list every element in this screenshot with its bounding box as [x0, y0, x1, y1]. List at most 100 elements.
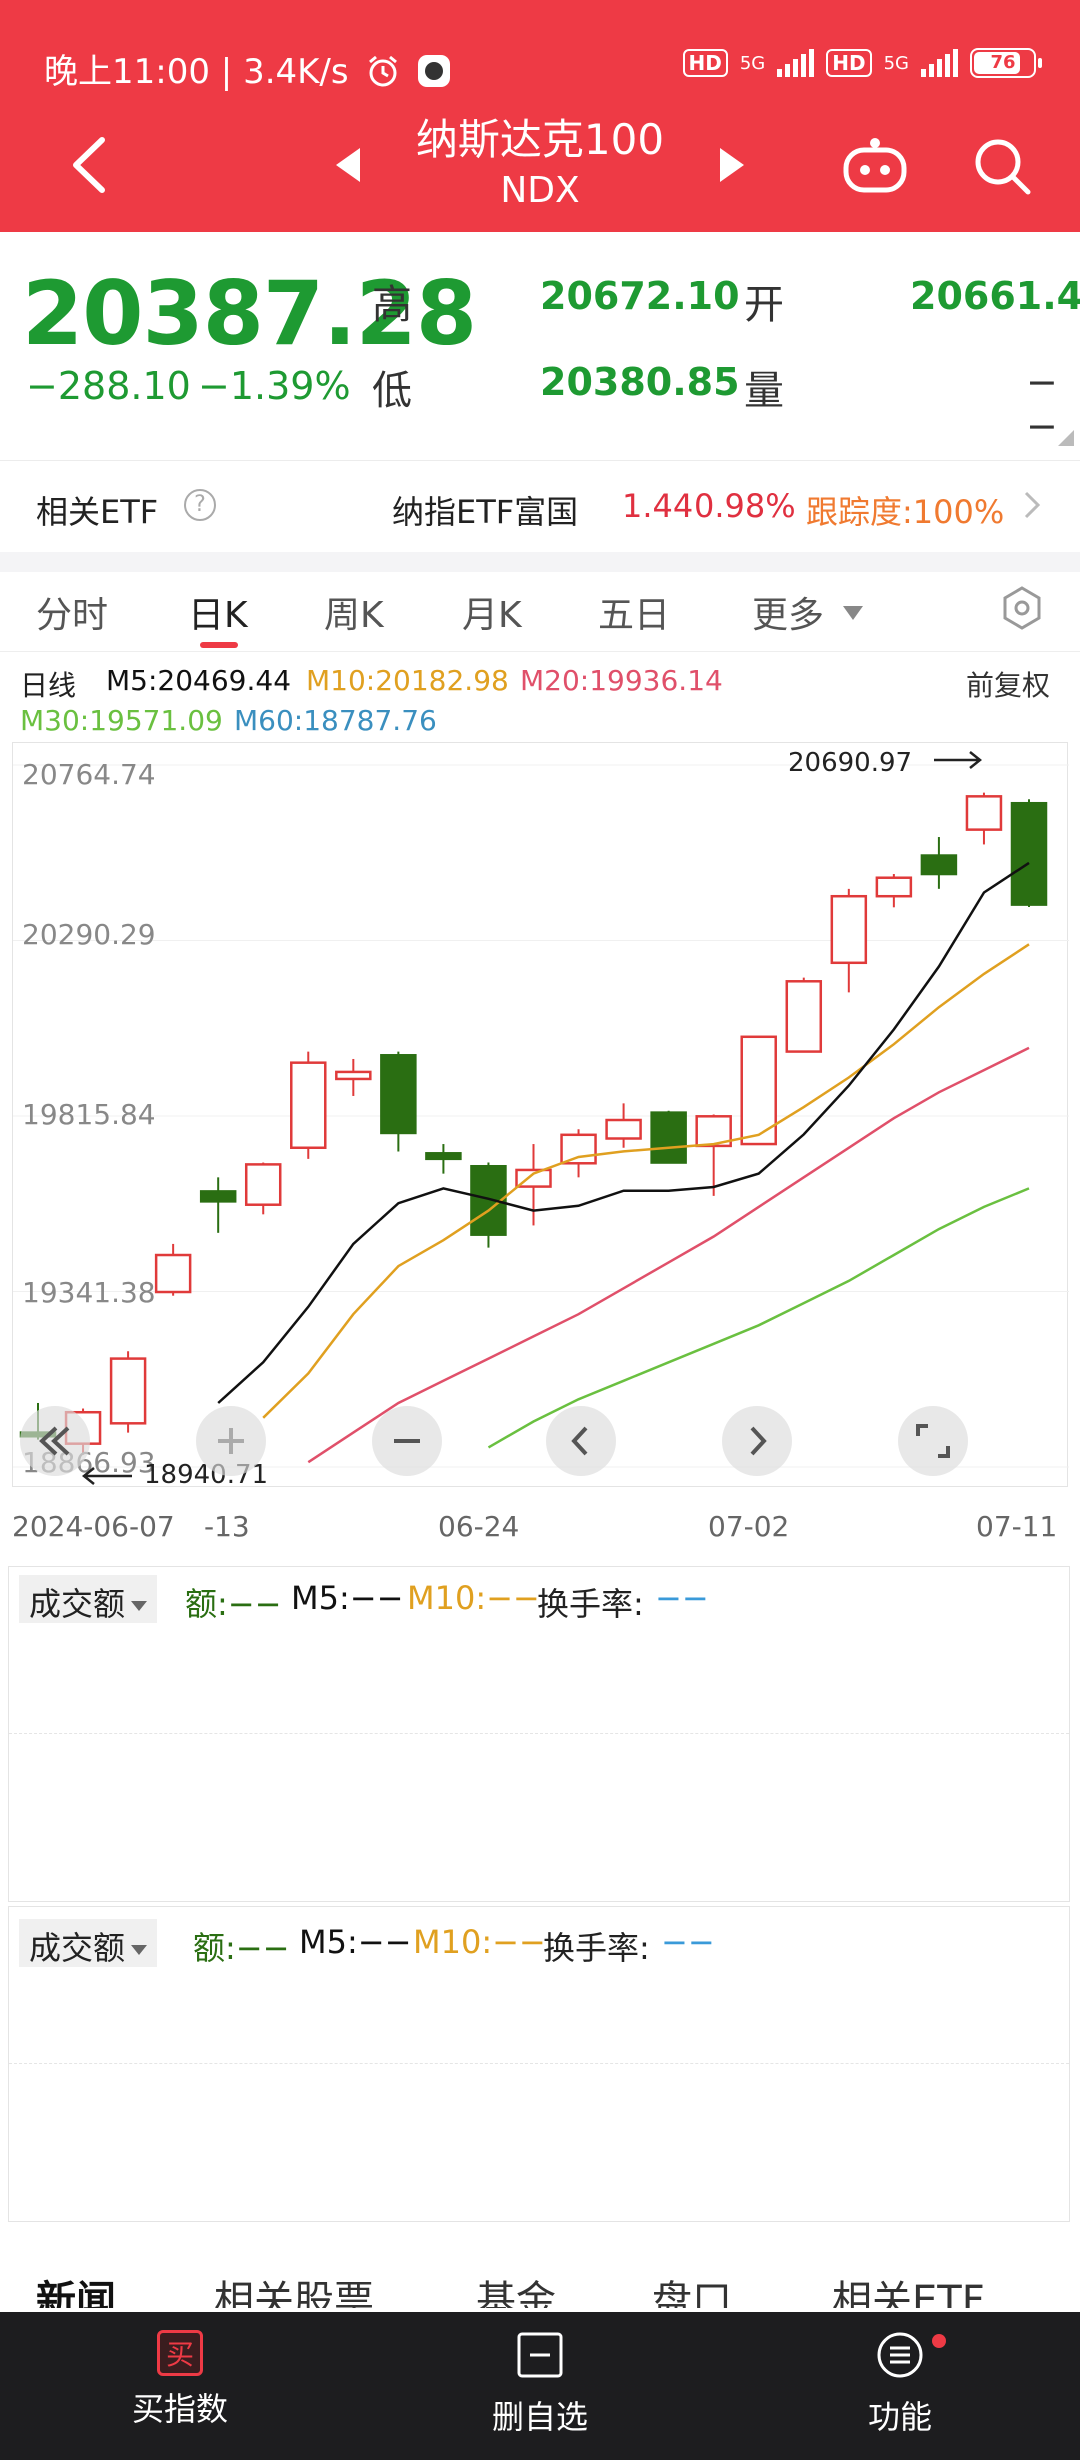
ma10-line [262, 943, 1030, 1419]
ma20-value: M20:19936.14 [520, 664, 723, 697]
vol2-m10: M10:−− [413, 1923, 546, 1961]
status-left: 晚上11:00 | 3.4K/s [44, 44, 452, 93]
related-etf-row[interactable]: 相关ETF ? 纳指ETF富国 1.44 0.98% 跟踪度:100% [0, 460, 1080, 552]
app-root: 晚上11:00 | 3.4K/s HD 5G HD 5G 76 纳斯达克100 … [0, 0, 1080, 2460]
active-tab-indicator [200, 642, 238, 648]
vol1-m10: M10:−− [407, 1579, 540, 1617]
candle-body-12 [560, 1133, 597, 1165]
net-gen-2: 5G [883, 52, 909, 74]
x-tick-3: 07-02 [708, 1510, 790, 1543]
candle-body-7 [335, 1070, 372, 1081]
candle-body-21 [965, 795, 1003, 831]
candle-body-5 [244, 1163, 282, 1206]
menu-icon [877, 2332, 923, 2378]
kline-type-label: 日线 [20, 669, 77, 702]
buy-icon: 买 [157, 2330, 203, 2376]
low-value: 20380.85 [540, 360, 740, 404]
net-gen-1: 5G [739, 52, 766, 74]
double-chevron-left-icon [39, 1426, 70, 1456]
tab-weekly-k[interactable]: 周K [324, 586, 384, 638]
next-index-icon[interactable] [720, 148, 744, 182]
buy-index-label: 买指数 [131, 2390, 228, 2428]
chevron-right-icon [750, 1426, 767, 1456]
page-title: 纳斯达克100 [415, 115, 665, 164]
remove-watchlist-label: 删自选 [491, 2398, 588, 2436]
candle-body-8 [380, 1054, 417, 1135]
etf-pct: 0.98% [694, 487, 796, 525]
vol2-turnover-label: 换手率: [543, 1929, 650, 1967]
app-notification-icon [418, 55, 451, 87]
candle-body-22 [1010, 801, 1048, 906]
tab-monthly-k[interactable]: 月K [462, 586, 522, 638]
scroll-left-button[interactable] [546, 1406, 616, 1476]
tab-related-stocks[interactable]: 相关股票 [214, 2268, 374, 2308]
zoom-in-button[interactable] [196, 1406, 266, 1476]
indicator-selector-2[interactable]: 成交额 [19, 1919, 158, 1967]
header-bar: 晚上11:00 | 3.4K/s HD 5G HD 5G 76 纳斯达克100 … [0, 0, 1080, 232]
hd-badge-2: HD [826, 49, 872, 77]
open-value: 20661.41 [910, 274, 1080, 318]
price-change-pct: −1.39% [198, 364, 351, 408]
tab-intraday[interactable]: 分时 [36, 586, 108, 638]
price-change: −288.10 [26, 364, 191, 408]
scroll-left-fast-button[interactable] [20, 1406, 90, 1476]
x-tick-4: 07-11 [976, 1510, 1058, 1543]
zoom-out-button[interactable] [372, 1406, 442, 1476]
volume-panel-1: 成交额 额:−− M5:−− M10:−− 换手率: −− [8, 1566, 1070, 1902]
tab-daily-k[interactable]: 日K [188, 586, 248, 638]
signal-icon-2 [921, 49, 958, 77]
notification-dot [932, 2334, 946, 2348]
remove-watchlist-button[interactable]: 删自选 [450, 2330, 630, 2438]
back-arrow-icon[interactable] [60, 130, 120, 200]
max-price-label: 20690.97 [788, 748, 913, 778]
chevron-left-icon [571, 1426, 588, 1456]
volume-label: 量 [744, 368, 784, 414]
y-tick-1: 20290.29 [22, 918, 156, 951]
candle-body-9 [425, 1152, 462, 1161]
max-arrow-icon [934, 751, 983, 769]
x-tick-1: -13 [204, 1510, 250, 1543]
tab-order-book[interactable]: 盘口 [652, 2268, 732, 2308]
settings-hex-icon[interactable] [998, 584, 1046, 632]
adjust-mode[interactable]: 前复权 [966, 664, 1050, 704]
help-icon[interactable]: ? [184, 489, 216, 521]
low-label: 低 [372, 368, 412, 414]
vol2-amount: 额:−− [193, 1929, 290, 1967]
vol1-amount: 额:−− [185, 1585, 282, 1623]
battery-icon: 76 [970, 48, 1042, 78]
remove-watchlist-icon [517, 2332, 563, 2378]
related-etf-title: 相关ETF [36, 493, 159, 531]
section-gap [0, 552, 1080, 572]
more-dropdown-icon[interactable] [843, 606, 863, 620]
kline-chart[interactable] [12, 742, 1069, 1487]
candle-body-20 [920, 854, 958, 876]
candle-body-6 [290, 1061, 327, 1150]
tab-news[interactable]: 新闻 [36, 2268, 116, 2308]
chevron-right-icon[interactable] [1016, 489, 1048, 521]
vol1-m5: M5:−− [291, 1579, 404, 1617]
assistant-robot-icon[interactable] [840, 136, 910, 196]
tab-funds[interactable]: 基金 [476, 2268, 556, 2308]
high-label: 高 [372, 282, 412, 328]
ma60-value: M60:18787.76 [234, 704, 437, 737]
tab-five-day[interactable]: 五日 [598, 586, 670, 638]
buy-index-button[interactable]: 买 买指数 [90, 2330, 270, 2430]
y-tick-2: 19815.84 [22, 1098, 156, 1131]
hd-badge-1: HD [682, 49, 728, 77]
etf-tracking: 跟踪度:100% [806, 493, 1005, 531]
indicator-selector-1[interactable]: 成交额 [19, 1575, 158, 1623]
expand-corner-icon[interactable] [1058, 430, 1074, 446]
status-time: 晚上11:00 [44, 52, 210, 92]
tab-more[interactable]: 更多 [752, 586, 824, 638]
fullscreen-button[interactable] [898, 1406, 968, 1476]
vol1-turnover-value: −− [655, 1579, 709, 1617]
candle-body-18 [830, 894, 868, 965]
quote-panel: 20387.28 −288.10 −1.39% 高 20672.10 开 206… [0, 232, 1080, 460]
function-menu-button[interactable]: 功能 [810, 2330, 990, 2438]
search-icon[interactable] [970, 134, 1034, 198]
volume-panel-2: 成交额 额:−− M5:−− M10:−− 换手率: −− [8, 1906, 1070, 2222]
scroll-right-button[interactable] [722, 1406, 792, 1476]
ma30-value: M30:19571.09 [20, 704, 223, 737]
tab-related-etf[interactable]: 相关ETF [832, 2268, 985, 2308]
title-block: 纳斯达克100 NDX [290, 112, 790, 214]
